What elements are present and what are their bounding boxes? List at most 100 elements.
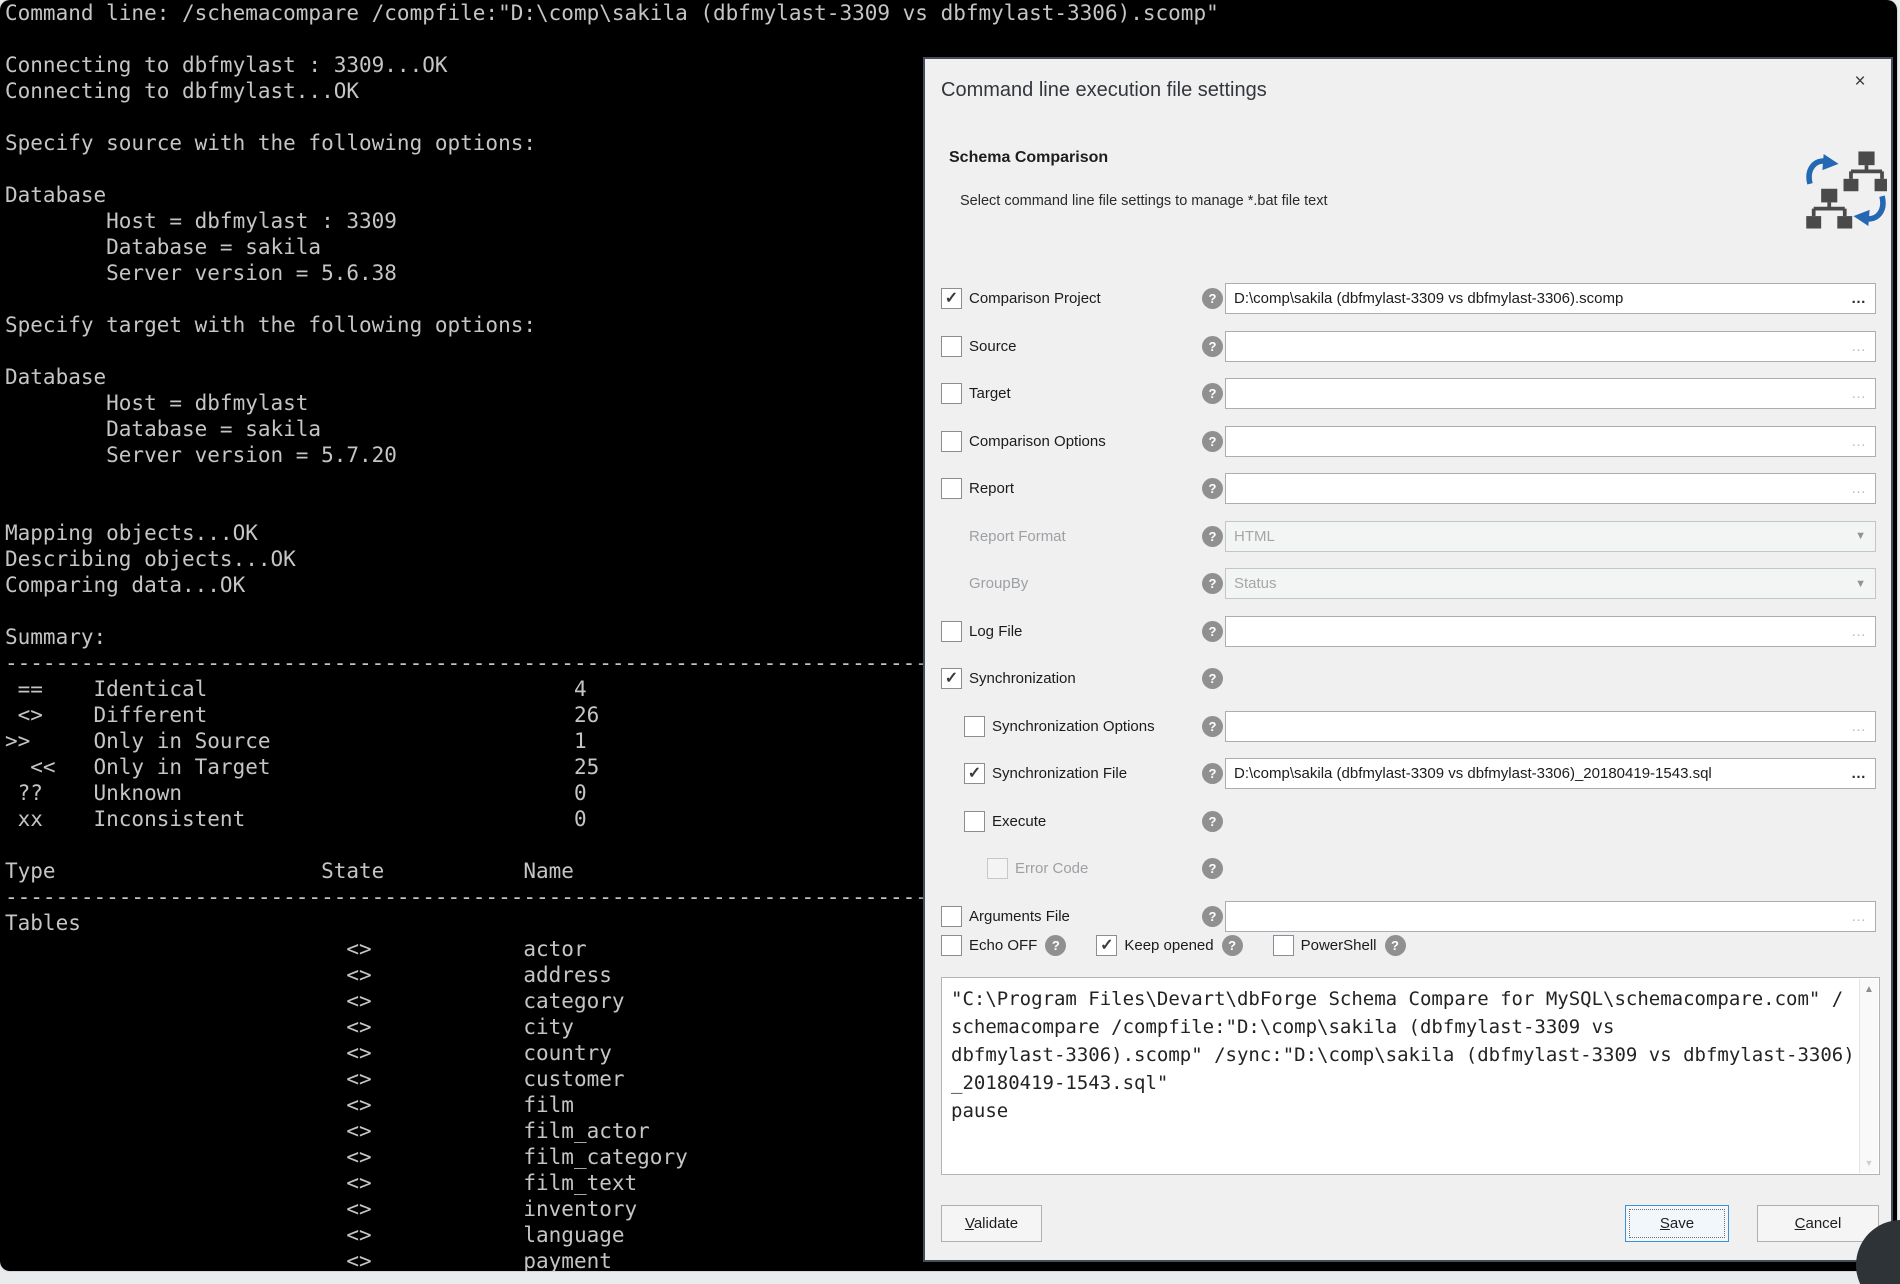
row-field-area: … ▼ (1225, 331, 1876, 362)
browse-ellipsis-button[interactable]: … (1851, 908, 1867, 925)
save-button[interactable]: Save (1625, 1205, 1729, 1242)
option-checkbox[interactable]: ✓ (941, 935, 962, 956)
setting-row: ✓ Arguments File ? … ▼ (925, 893, 1891, 941)
browse-ellipsis-button[interactable]: … (1851, 765, 1867, 782)
bat-file-text[interactable]: "C:\Program Files\Devart\dbForge Schema … (942, 978, 1859, 1174)
chevron-down-icon: ▼ (1855, 530, 1866, 542)
validate-button[interactable]: Validate (941, 1205, 1042, 1242)
row-label: Comparison Options (969, 433, 1106, 450)
console-window: Command line: /schemacompare /compfile:"… (0, 0, 1897, 1271)
row-text-field[interactable]: … (1225, 711, 1876, 742)
bat-text-box: "C:\Program Files\Devart\dbForge Schema … (941, 977, 1880, 1175)
setting-row: ✓ Source ? … ▼ (925, 323, 1891, 371)
row-field-area: HTML … HTML ▼ (1225, 521, 1876, 552)
row-label: Error Code (1015, 860, 1088, 877)
row-checkbox[interactable]: ✓ (964, 716, 985, 737)
help-icon[interactable]: ? (1202, 573, 1223, 594)
row-label: Execute (992, 813, 1046, 830)
option-label: PowerShell (1301, 937, 1377, 954)
dialog-title: Command line execution file settings (941, 79, 1267, 102)
check-icon: ✓ (945, 671, 958, 687)
section-subtext: Select command line file settings to man… (960, 193, 1328, 209)
help-icon[interactable]: ? (1202, 763, 1223, 784)
row-text-field[interactable]: … (1225, 616, 1876, 647)
scroll-up-icon[interactable]: ▲ (1860, 984, 1878, 995)
setting-row: ✓ Synchronization File ? D:\comp\sakila … (925, 750, 1891, 798)
option-checkbox[interactable]: ✓ (1273, 935, 1294, 956)
help-icon[interactable]: ? (1202, 478, 1223, 499)
row-field-area: … ▼ (1225, 378, 1876, 409)
setting-row: ✓ Report Format ? HTML … HTML ▼ (925, 513, 1891, 561)
help-icon[interactable]: ? (1222, 935, 1243, 956)
row-label: Synchronization File (992, 765, 1127, 782)
help-icon[interactable]: ? (1385, 935, 1406, 956)
row-label: Log File (969, 623, 1022, 640)
row-text-field[interactable]: … (1225, 473, 1876, 504)
row-field-area: … ▼ (1225, 426, 1876, 457)
help-icon[interactable]: ? (1045, 935, 1066, 956)
row-text-field[interactable]: D:\comp\sakila (dbfmylast-3309 vs dbfmyl… (1225, 758, 1876, 789)
help-icon[interactable]: ? (1202, 906, 1223, 927)
row-label: Report Format (969, 528, 1066, 545)
help-icon[interactable]: ? (1202, 621, 1223, 642)
browse-ellipsis-button[interactable]: … (1851, 338, 1867, 355)
browse-ellipsis-button[interactable]: … (1851, 433, 1867, 450)
browse-ellipsis-button[interactable]: … (1851, 290, 1867, 307)
help-icon[interactable]: ? (1202, 716, 1223, 737)
row-field-area: … ▼ (1225, 616, 1876, 647)
field-value: D:\comp\sakila (dbfmylast-3309 vs dbfmyl… (1226, 290, 1875, 307)
help-icon[interactable]: ? (1202, 431, 1223, 452)
row-checkbox[interactable]: ✓ (941, 668, 962, 689)
scrollbar[interactable]: ▲ ▼ (1859, 979, 1878, 1173)
option-label: Echo OFF (969, 937, 1037, 954)
row-checkbox[interactable]: ✓ (964, 811, 985, 832)
help-icon[interactable]: ? (1202, 811, 1223, 832)
chevron-down-icon: ▼ (1855, 578, 1866, 590)
row-checkbox[interactable]: ✓ (987, 858, 1008, 879)
row-text-field[interactable]: D:\comp\sakila (dbfmylast-3309 vs dbfmyl… (1225, 283, 1876, 314)
row-checkbox[interactable]: ✓ (941, 431, 962, 452)
help-icon[interactable]: ? (1202, 336, 1223, 357)
browse-ellipsis-button[interactable]: … (1851, 718, 1867, 735)
row-text-field[interactable]: … (1225, 331, 1876, 362)
row-checkbox[interactable]: ✓ (964, 763, 985, 784)
row-checkbox[interactable]: ✓ (941, 336, 962, 357)
help-icon[interactable]: ? (1202, 858, 1223, 879)
row-label: Arguments File (969, 908, 1070, 925)
row-text-field[interactable]: … (1225, 426, 1876, 457)
row-field-area: D:\comp\sakila (dbfmylast-3309 vs dbfmyl… (1225, 758, 1876, 789)
row-checkbox[interactable]: ✓ (941, 478, 962, 499)
option-label: Keep opened (1124, 937, 1213, 954)
setting-row: ✓ Comparison Project ? D:\comp\sakila (d… (925, 275, 1891, 323)
cancel-button[interactable]: Cancel (1757, 1205, 1879, 1242)
row-field-area: D:\comp\sakila (dbfmylast-3309 vs dbfmyl… (1225, 283, 1876, 314)
settings-rows: ✓ Comparison Project ? D:\comp\sakila (d… (925, 275, 1891, 940)
check-icon: ✓ (1100, 938, 1113, 954)
setting-row: ✓ Comparison Options ? … ▼ (925, 418, 1891, 466)
help-icon[interactable]: ? (1202, 383, 1223, 404)
row-checkbox[interactable]: ✓ (941, 383, 962, 404)
row-checkbox[interactable]: ✓ (941, 906, 962, 927)
schema-compare-sync-icon (1805, 151, 1887, 234)
close-icon[interactable]: × (1847, 69, 1873, 95)
option-checkbox[interactable]: ✓ (1096, 935, 1117, 956)
browse-ellipsis-button[interactable]: … (1851, 480, 1867, 497)
setting-row: ✓ Log File ? … ▼ (925, 608, 1891, 656)
browse-ellipsis-button[interactable]: … (1851, 385, 1867, 402)
row-text-field[interactable]: … (1225, 901, 1876, 932)
combo-value: HTML (1226, 528, 1875, 545)
scroll-down-icon[interactable]: ▼ (1860, 1158, 1878, 1168)
row-checkbox[interactable]: ✓ (941, 621, 962, 642)
help-icon[interactable]: ? (1202, 668, 1223, 689)
row-label: Target (969, 385, 1011, 402)
browse-ellipsis-button[interactable]: … (1851, 623, 1867, 640)
inline-option: ✓ Echo OFF ? (941, 935, 1066, 956)
setting-row: ✓ GroupBy ? Status … Status ▼ (925, 560, 1891, 608)
row-field-area: … ▼ (1225, 711, 1876, 742)
combo-value: Status (1226, 575, 1875, 592)
setting-row: ✓ Error Code ? … ▼ (925, 845, 1891, 893)
row-checkbox[interactable]: ✓ (941, 288, 962, 309)
help-icon[interactable]: ? (1202, 526, 1223, 547)
help-icon[interactable]: ? (1202, 288, 1223, 309)
row-text-field[interactable]: … (1225, 378, 1876, 409)
